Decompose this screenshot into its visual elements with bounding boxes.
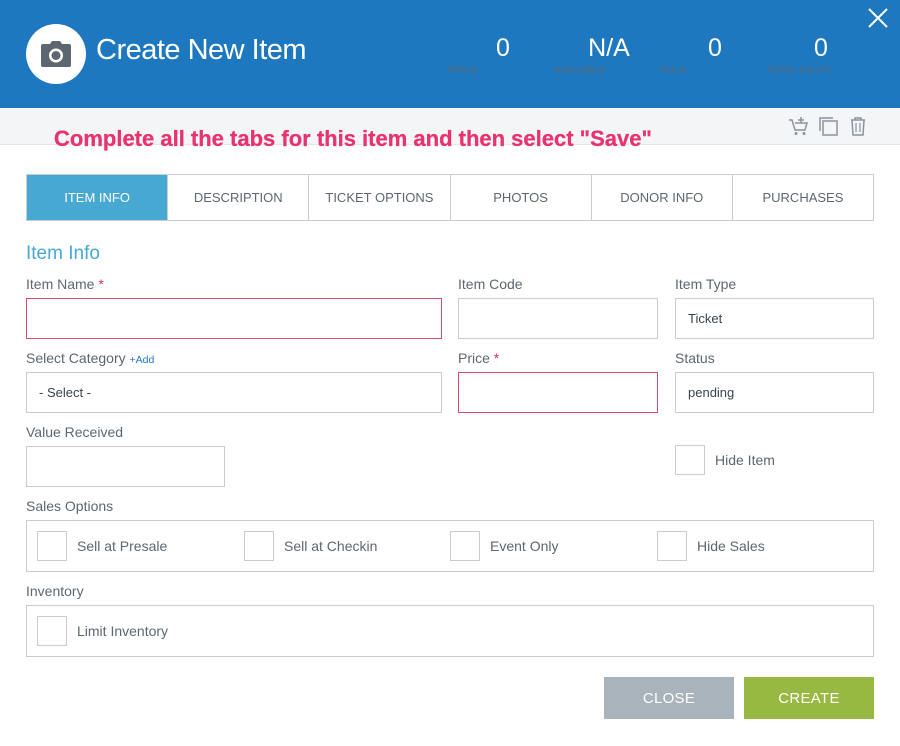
item-photo-placeholder[interactable] xyxy=(26,24,86,84)
category-label-text: Select Category xyxy=(26,350,126,366)
tab-photos[interactable]: PHOTOS xyxy=(449,175,591,220)
tab-item-info[interactable]: ITEM INFO xyxy=(27,175,168,220)
create-button[interactable]: CREATE xyxy=(744,677,874,719)
section-title: Item Info xyxy=(26,243,100,264)
sell-at-checkin-checkbox[interactable] xyxy=(244,531,274,561)
item-code-input[interactable] xyxy=(458,298,658,339)
sales-options-label: Sales Options xyxy=(26,498,114,514)
event-only-checkbox[interactable] xyxy=(450,531,480,561)
price-label-text: Price xyxy=(458,350,490,366)
category-label: Select Category +Add xyxy=(26,350,154,366)
close-button[interactable]: CLOSE xyxy=(604,677,734,719)
value-received-input[interactable] xyxy=(26,446,225,487)
item-type-label: Item Type xyxy=(675,276,737,292)
status-select[interactable]: pending xyxy=(675,372,874,413)
close-icon[interactable] xyxy=(866,6,890,30)
item-name-label-text: Item Name xyxy=(26,276,95,292)
hide-item-label: Hide Item xyxy=(715,452,775,468)
stat-price: 0 PRICE xyxy=(448,34,558,76)
required-mark: * xyxy=(493,350,500,366)
add-to-cart-icon[interactable] xyxy=(787,115,809,137)
item-tabs: ITEM INFO DESCRIPTION TICKET OPTIONS PHO… xyxy=(26,174,874,221)
sell-at-presale-label: Sell at Presale xyxy=(77,538,168,554)
stat-sold-label: SOLD xyxy=(660,65,687,76)
sell-at-presale-checkbox[interactable] xyxy=(37,531,67,561)
item-type-select[interactable]: Ticket xyxy=(675,298,874,339)
item-name-label: Item Name * xyxy=(26,276,104,292)
add-category-link[interactable]: +Add xyxy=(130,354,155,366)
hide-sales-checkbox[interactable] xyxy=(657,531,687,561)
stat-price-label: PRICE xyxy=(448,65,479,76)
tab-donor-info[interactable]: DONOR INFO xyxy=(590,175,732,220)
tab-purchases[interactable]: PURCHASES xyxy=(731,175,873,220)
stat-sold-value: 0 xyxy=(708,34,722,62)
required-mark: * xyxy=(98,276,104,292)
stat-available-label: AVAILABLE xyxy=(554,65,606,76)
price-input[interactable] xyxy=(458,372,658,413)
item-name-input[interactable] xyxy=(26,298,442,339)
stat-total-sales-value: 0 xyxy=(814,34,828,62)
item-code-label: Item Code xyxy=(458,276,523,292)
price-label: Price * xyxy=(458,350,499,366)
sell-at-checkin-label: Sell at Checkin xyxy=(284,538,378,554)
stat-price-value: 0 xyxy=(496,34,510,62)
event-only-label: Event Only xyxy=(490,538,559,554)
camera-icon xyxy=(41,41,71,67)
status-label: Status xyxy=(675,350,715,366)
category-select[interactable]: - Select - xyxy=(26,372,442,413)
inventory-label: Inventory xyxy=(26,583,84,599)
stat-available: N/A AVAILABLE xyxy=(554,34,664,76)
limit-inventory-checkbox[interactable] xyxy=(37,616,67,646)
modal-title: Create New Item xyxy=(96,34,307,66)
instruction-annotation: Complete all the tabs for this item and … xyxy=(54,126,652,151)
tab-description[interactable]: DESCRIPTION xyxy=(167,175,308,220)
limit-inventory-label: Limit Inventory xyxy=(77,623,169,639)
duplicate-icon[interactable] xyxy=(817,115,839,137)
stat-total-sales: 0 TOTAL SALES xyxy=(766,34,876,76)
hide-item-checkbox[interactable] xyxy=(675,445,705,475)
tab-ticket-options[interactable]: TICKET OPTIONS xyxy=(308,175,449,220)
stat-sold: 0 SOLD xyxy=(660,34,770,76)
stat-available-value: N/A xyxy=(588,34,630,62)
value-received-label: Value Received xyxy=(26,424,124,440)
stat-total-sales-label: TOTAL SALES xyxy=(766,65,831,76)
modal-header: Create New Item 0 PRICE N/A AVAILABLE 0 … xyxy=(0,0,900,108)
hide-sales-label: Hide Sales xyxy=(697,538,765,554)
trash-icon[interactable] xyxy=(847,115,869,137)
